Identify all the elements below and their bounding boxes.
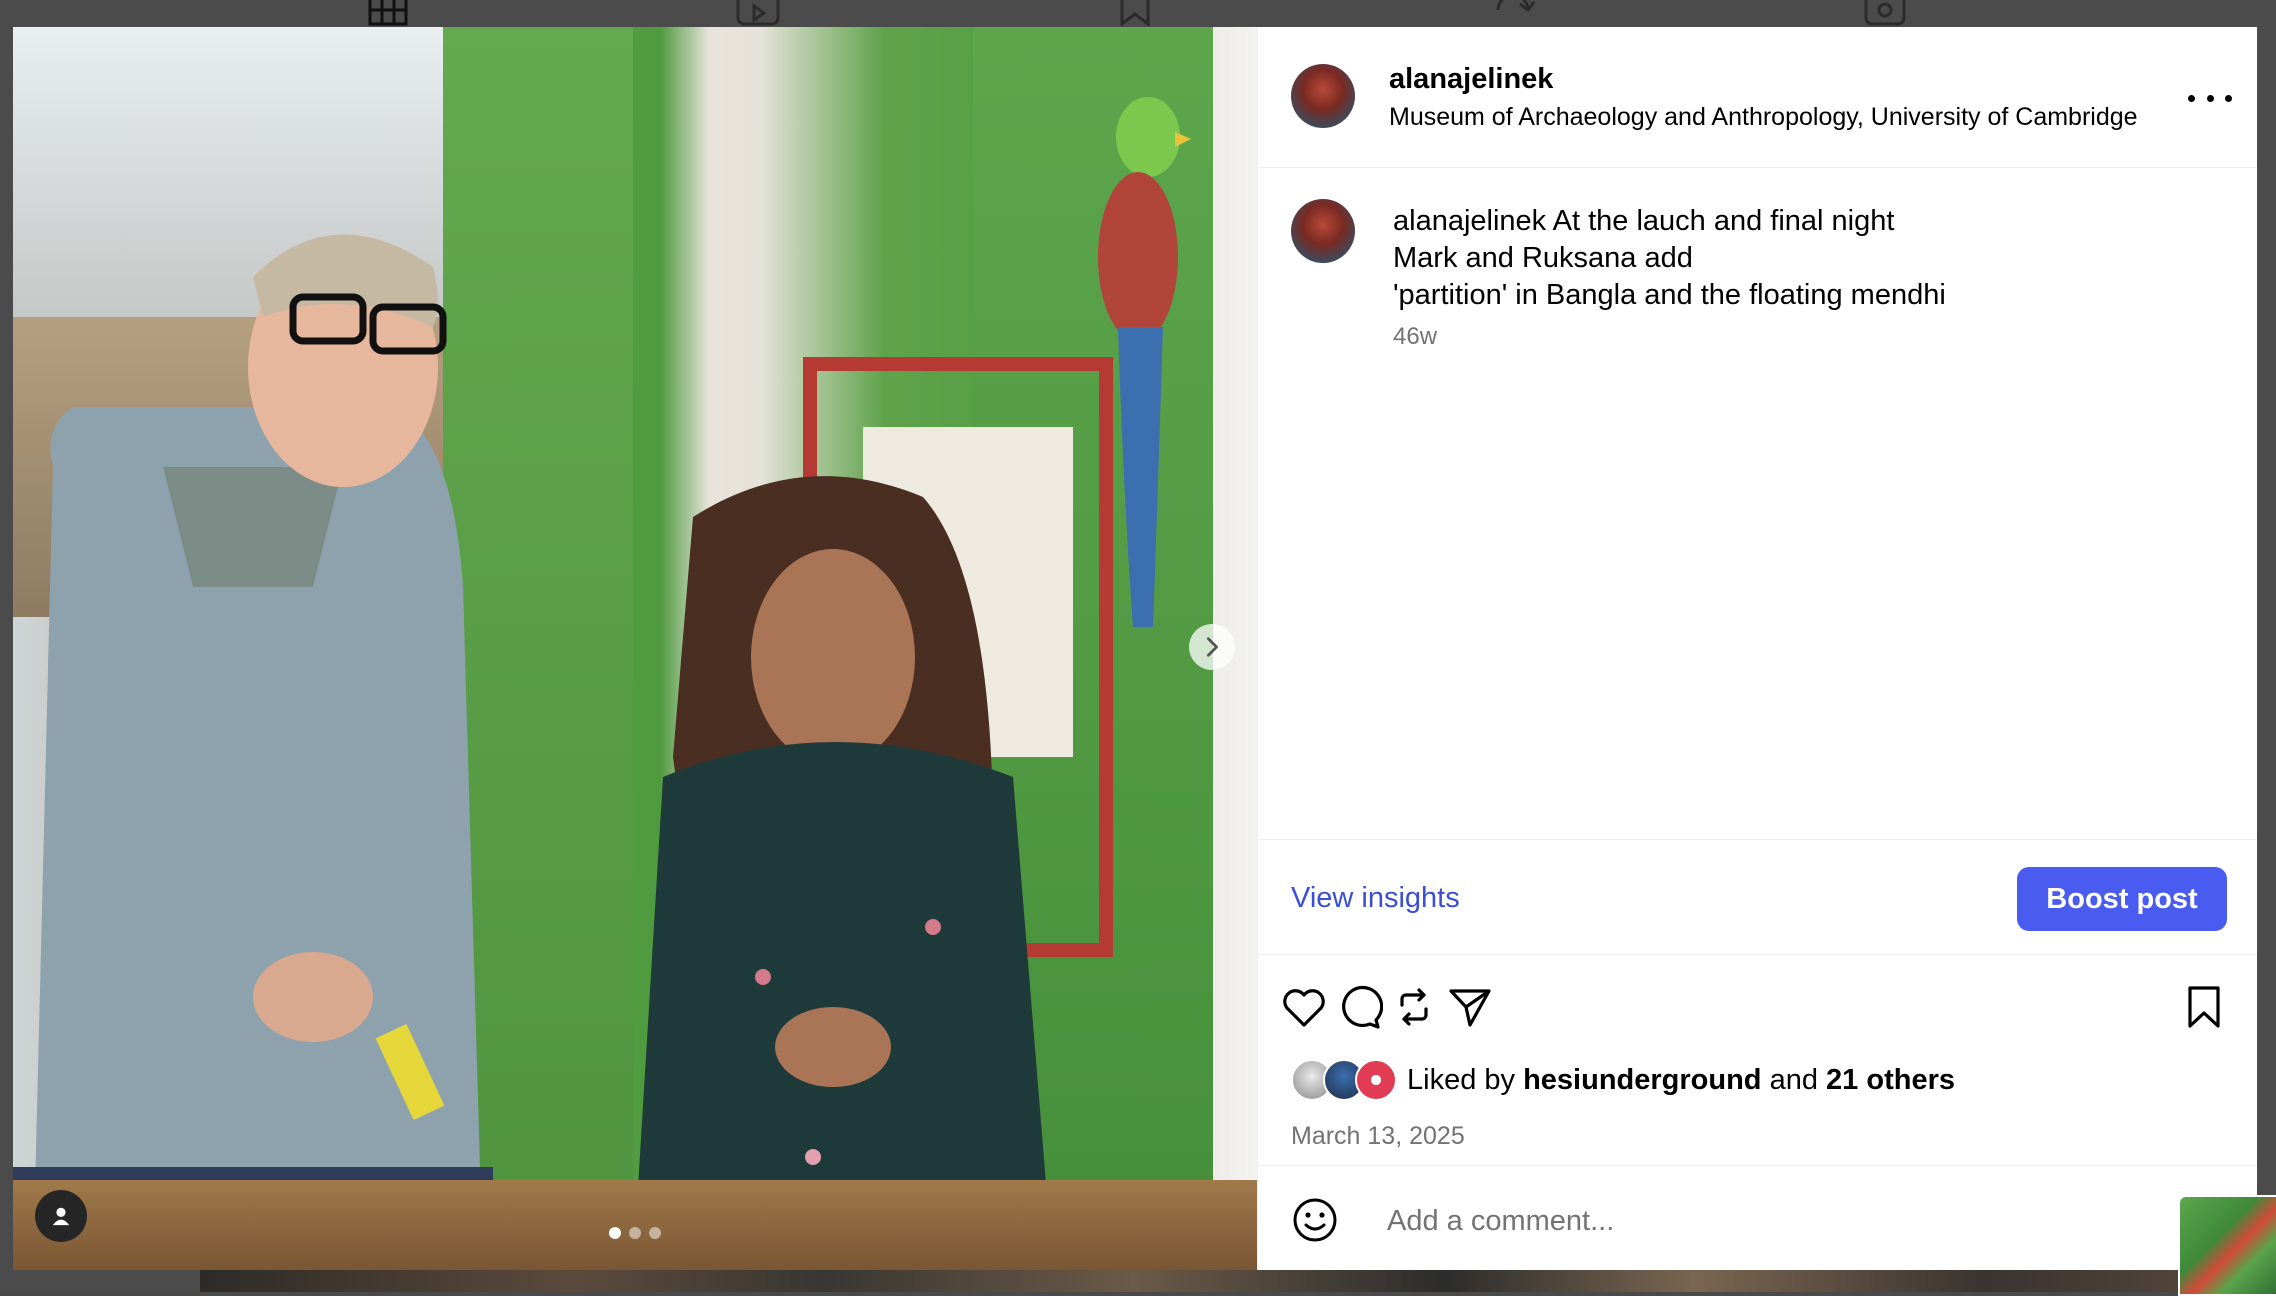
like-button[interactable] — [1280, 983, 1328, 1031]
caption-text: alanajelinek At the lauch and final nigh… — [1393, 203, 2223, 314]
carousel-dot — [649, 1227, 661, 1239]
grid-icon — [366, 0, 412, 26]
post-location[interactable]: Museum of Archaeology and Anthropology, … — [1389, 103, 2138, 132]
comment-button[interactable] — [1335, 983, 1384, 1031]
likes-text: Liked by hesiunderground and 21 others — [1407, 1064, 1955, 1097]
reels-icon — [735, 0, 781, 26]
caption-avatar[interactable] — [1291, 199, 1355, 263]
liked-by-prefix: Liked by — [1407, 1063, 1516, 1096]
liked-by-user[interactable]: hesiunderground — [1523, 1064, 1761, 1096]
background-profile-tabs — [0, 0, 2276, 28]
photo-bird-mural — [1098, 97, 1191, 627]
post-photo[interactable] — [13, 27, 1257, 1270]
carousel-indicator — [609, 1227, 661, 1239]
heart-icon — [1283, 989, 1325, 1027]
insights-bar: View insights Boost post — [1258, 839, 2257, 955]
photo-floor — [13, 1180, 1257, 1270]
more-horizontal-icon — [2188, 94, 2195, 102]
send-icon — [1449, 989, 1491, 1027]
likes-summary: Liked by hesiunderground and 21 others — [1291, 1059, 1955, 1101]
reposts-icon — [1490, 0, 1536, 26]
comment-input[interactable] — [1385, 1194, 2169, 1248]
repost-button[interactable] — [1390, 983, 1438, 1031]
post-header: alanajelinek Museum of Archaeology and A… — [1258, 27, 2257, 168]
more-options-button[interactable] — [2188, 83, 2232, 113]
liked-by-and: and — [1769, 1063, 1818, 1096]
post-details-panel: alanajelinek Museum of Archaeology and A… — [1257, 27, 2257, 1270]
next-photo-button[interactable] — [1189, 624, 1235, 670]
save-button[interactable] — [2180, 983, 2228, 1031]
repost-icon — [1400, 988, 1428, 1026]
saved-icon — [1112, 0, 1158, 28]
author-username[interactable]: alanajelinek — [1389, 63, 1553, 96]
photo-person-right — [633, 476, 1053, 1270]
tags-button[interactable] — [35, 1190, 87, 1242]
post-age[interactable]: 46w — [1393, 323, 1437, 351]
carousel-dot — [609, 1227, 621, 1239]
more-dot — [2225, 94, 2232, 102]
liker-avatar[interactable] — [1355, 1059, 1397, 1101]
user-tag-icon — [52, 1207, 70, 1226]
caption-username[interactable]: alanajelinek — [1393, 205, 1546, 237]
background-post-grid — [200, 1270, 2276, 1292]
chevron-right-icon — [1206, 637, 1218, 657]
action-bar — [1258, 953, 2257, 1043]
comment-box: P — [1258, 1165, 2257, 1270]
carousel-dot — [629, 1227, 641, 1239]
emoji-icon[interactable] — [1291, 1196, 1339, 1244]
view-insights-link[interactable]: View insights — [1291, 882, 1460, 915]
comment-bubble-icon — [1342, 985, 1384, 1029]
floating-thumbnail[interactable] — [2178, 1195, 2276, 1296]
post-date[interactable]: March 13, 2025 — [1291, 1122, 1465, 1151]
photo-person-left — [13, 234, 493, 1270]
author-avatar[interactable] — [1291, 64, 1355, 128]
post-modal: alanajelinek Museum of Archaeology and A… — [13, 27, 2257, 1270]
bookmark-icon — [2188, 986, 2220, 1028]
share-button[interactable] — [1446, 983, 1494, 1031]
tagged-icon — [1862, 0, 1908, 26]
liked-by-others[interactable]: 21 others — [1826, 1064, 1955, 1096]
more-dot — [2206, 94, 2214, 102]
boost-post-button[interactable]: Boost post — [2017, 867, 2227, 931]
